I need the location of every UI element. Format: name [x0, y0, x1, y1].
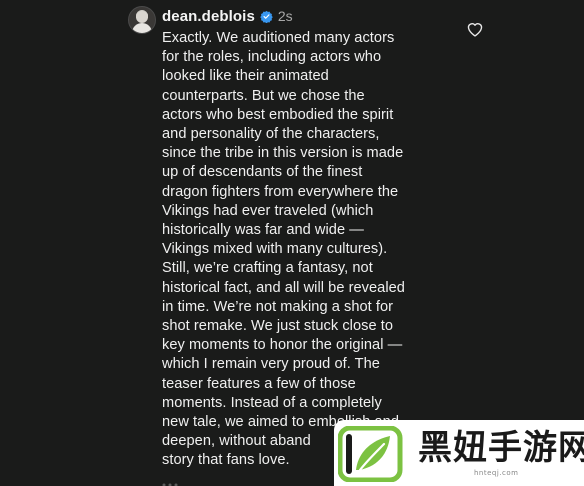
avatar-head	[136, 11, 148, 23]
author-avatar[interactable]	[128, 6, 156, 34]
comment-screen: dean.deblois 2s Exactly. We auditioned m…	[0, 0, 584, 486]
comment-text: Exactly. We auditioned many actors for t…	[162, 30, 405, 469]
more-dots-icon	[162, 483, 178, 486]
verified-badge-icon	[260, 10, 273, 23]
more-indicator	[162, 478, 178, 486]
author-username[interactable]: dean.deblois	[162, 8, 255, 25]
watermark-text: 黑妞手游网	[418, 428, 584, 468]
avatar-body	[132, 23, 152, 33]
comment-header: dean.deblois 2s	[162, 5, 293, 27]
heart-outline-icon[interactable]	[466, 21, 484, 37]
watermark-url: hnteqj.com	[474, 469, 519, 477]
comment-timestamp: 2s	[277, 8, 293, 24]
site-watermark: 黑妞手游网 hnteqj.com	[334, 420, 584, 486]
watermark-logo-icon	[338, 426, 403, 482]
